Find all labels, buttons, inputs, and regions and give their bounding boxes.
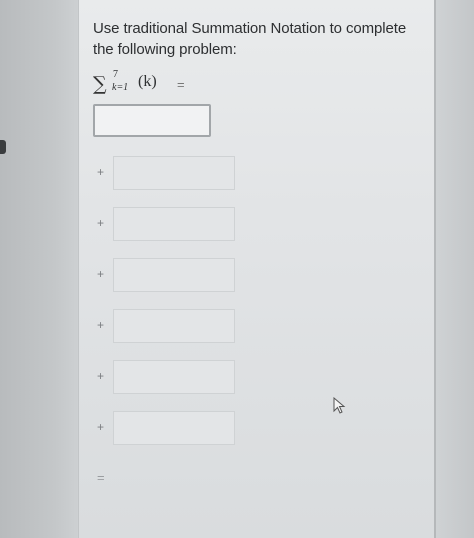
sigma-symbol: ∑ [93,73,107,95]
plus-sign: + [97,216,105,230]
question-prompt: Use traditional Summation Notation to co… [93,20,407,58]
term-row: + [93,411,235,445]
term-input[interactable] [113,258,235,292]
term-row: + [93,207,235,241]
screen-bezel-left [0,0,78,538]
first-term-input[interactable] [93,104,211,137]
term-row: + [93,309,235,343]
bezel-notch [0,140,6,154]
term-row: + [93,258,235,292]
upper-limit: 7 [113,69,118,80]
term-row: + [93,360,235,394]
term-input[interactable] [113,360,235,394]
term-row: + [93,156,235,190]
plus-sign: + [97,369,105,383]
term-input[interactable] [113,411,235,445]
summand: (k) [138,73,157,90]
plus-sign: + [97,165,105,179]
mouse-pointer-icon [333,397,346,414]
equals-sign: = [177,77,185,92]
screen-bezel-right [434,0,474,538]
plus-sign: + [97,420,105,434]
term-input[interactable] [113,309,235,343]
result-equals-sign: = [97,470,105,485]
term-input[interactable] [113,156,235,190]
question-panel: Use traditional Summation Notation to co… [78,0,435,538]
term-input[interactable] [113,207,235,241]
summation-expression: ∑ 7 k=1 (k) = [93,69,253,98]
plus-sign: + [97,318,105,332]
plus-sign: + [97,267,105,281]
lower-limit: k=1 [112,82,129,93]
